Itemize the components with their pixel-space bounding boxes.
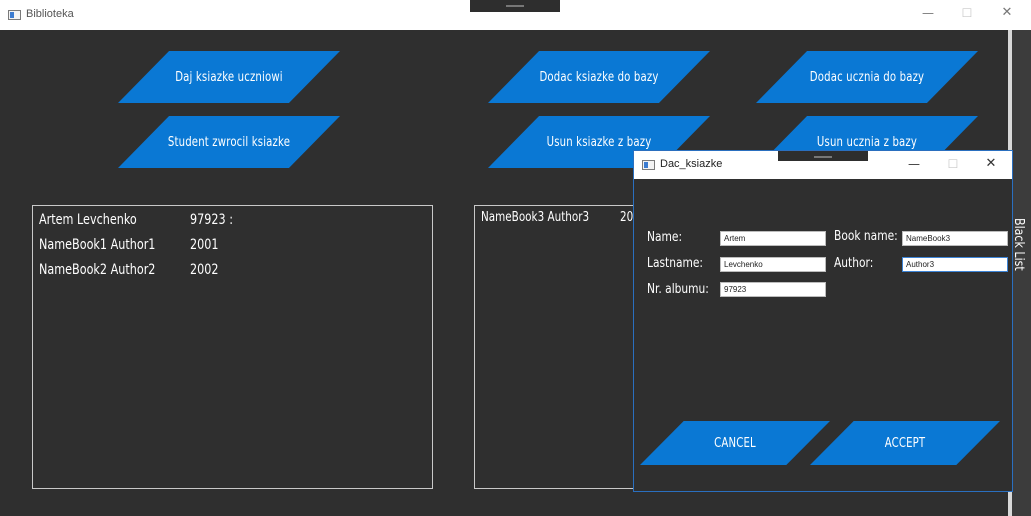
dialog-maximize-button[interactable]: ☐ (943, 157, 963, 171)
dac-ksiazke-dialog: Dac_ksiazke — ☐ ✕ Name: Artem Lastname: … (633, 150, 1013, 492)
minimize-button[interactable]: — (918, 6, 938, 20)
list-item[interactable]: Artem Levchenko (39, 212, 137, 228)
lastname-field[interactable]: Levchenko (720, 257, 826, 272)
album-field[interactable]: 97923 (720, 282, 826, 297)
add-student-label: Dodac ucznia do bazy (809, 69, 925, 85)
add-book-label: Dodac ksiazke do bazy (539, 69, 659, 85)
black-list-tab[interactable]: Black List (1011, 218, 1026, 271)
maximize-button[interactable]: ☐ (957, 6, 977, 20)
give-book-button[interactable]: Daj ksiazke uczniowi (118, 51, 340, 103)
dialog-title: Dac_ksiazke (660, 158, 723, 170)
dialog-app-icon (642, 160, 655, 170)
close-button[interactable]: ✕ (997, 5, 1017, 20)
dialog-drag-handle[interactable] (778, 151, 868, 161)
list-item-value: 97923 : (190, 212, 233, 228)
give-book-label: Daj ksiazke uczniowi (175, 69, 283, 85)
name-label: Name: (647, 230, 683, 245)
list-item-value: 20 (620, 210, 634, 225)
list-item[interactable]: NameBook3 Author3 (481, 210, 589, 225)
list-item[interactable]: NameBook2 Author2 (39, 262, 155, 278)
accept-button[interactable]: ACCEPT (810, 421, 1000, 465)
list-item-value: 2002 (190, 262, 219, 278)
cancel-button[interactable]: CANCEL (640, 421, 830, 465)
window-title: Biblioteka (26, 8, 74, 20)
list-item-value: 2001 (190, 237, 219, 253)
name-field[interactable]: Artem (720, 231, 826, 246)
drag-handle[interactable] (470, 0, 560, 12)
dialog-close-button[interactable]: ✕ (981, 156, 1001, 171)
book-name-field[interactable]: NameBook3 (902, 231, 1008, 246)
app-icon (8, 10, 21, 20)
dialog-minimize-button[interactable]: — (904, 157, 924, 171)
author-field[interactable]: Author3 (902, 257, 1008, 272)
student-listbox[interactable]: Artem Levchenko 97923 : NameBook1 Author… (32, 205, 433, 489)
window-titlebar[interactable]: Biblioteka — ☐ ✕ (0, 0, 1031, 30)
add-book-button[interactable]: Dodac ksiazke do bazy (488, 51, 710, 103)
lastname-label: Lastname: (647, 256, 704, 271)
add-student-button[interactable]: Dodac ucznia do bazy (756, 51, 978, 103)
cancel-label: CANCEL (714, 435, 756, 451)
list-item[interactable]: NameBook1 Author1 (39, 237, 155, 253)
student-returned-label: Student zwrocil ksiazke (167, 134, 291, 150)
dialog-titlebar[interactable]: Dac_ksiazke — ☐ ✕ (634, 151, 1012, 179)
book-name-label: Book name: (834, 229, 898, 244)
student-returned-button[interactable]: Student zwrocil ksiazke (118, 116, 340, 168)
author-label: Author: (834, 256, 874, 271)
album-label: Nr. albumu: (647, 282, 709, 297)
accept-label: ACCEPT (884, 435, 926, 451)
